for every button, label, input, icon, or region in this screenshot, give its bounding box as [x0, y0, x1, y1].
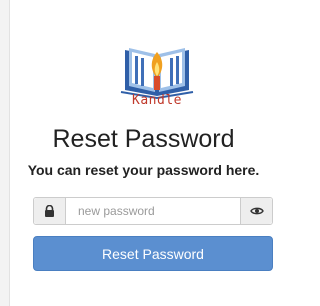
- page-subtitle: You can reset your password here.: [27, 162, 260, 178]
- password-input-group: [33, 197, 273, 225]
- eye-icon[interactable]: [240, 198, 272, 224]
- reset-password-button[interactable]: Reset Password: [33, 236, 273, 271]
- page-title: Reset Password: [52, 125, 235, 153]
- new-password-field[interactable]: [66, 198, 240, 224]
- lock-icon: [34, 198, 66, 224]
- reset-password-page: Kandle Reset Password You can reset your…: [0, 0, 287, 306]
- brand-name: Kandle: [132, 93, 182, 108]
